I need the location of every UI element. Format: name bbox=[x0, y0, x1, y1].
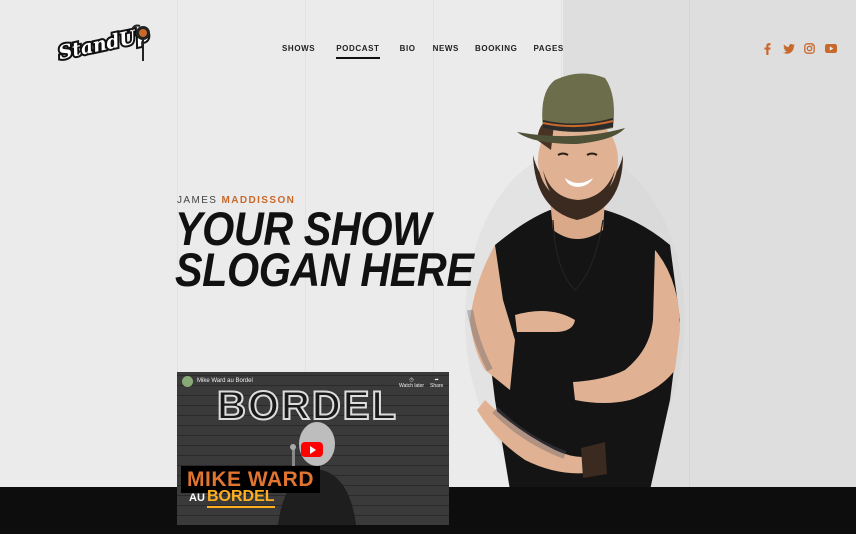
watch-later-button[interactable]: ◷ Watch later bbox=[399, 377, 424, 389]
nav-item-booking[interactable]: BOOKING bbox=[475, 44, 517, 53]
site-logo[interactable]: StandUp bbox=[54, 16, 154, 66]
main-nav: SHOWS PODCAST BIO NEWS BOOKING PAGES bbox=[282, 44, 564, 59]
video-embed[interactable]: BORDEL Mike Ward au Bordel ◷ Watch later… bbox=[177, 372, 449, 525]
watch-later-label: Watch later bbox=[399, 383, 425, 389]
social-links bbox=[761, 42, 837, 55]
share-label: Share bbox=[430, 383, 444, 389]
nav-item-shows[interactable]: SHOWS bbox=[282, 44, 315, 53]
video-title[interactable]: Mike Ward au Bordel bbox=[197, 378, 253, 384]
nav-item-news[interactable]: NEWS bbox=[433, 44, 459, 53]
video-sub-bordel: BORDEL bbox=[207, 488, 275, 508]
standup-logo-icon: StandUp bbox=[54, 21, 153, 66]
share-button[interactable]: ➦ Share bbox=[430, 377, 443, 389]
facebook-icon[interactable] bbox=[761, 42, 774, 55]
twitter-icon[interactable] bbox=[782, 42, 795, 55]
nav-item-bio[interactable]: BIO bbox=[400, 44, 416, 53]
nav-item-pages[interactable]: PAGES bbox=[533, 44, 563, 53]
video-sub-au: AU bbox=[189, 492, 205, 504]
hero-headline: YOUR SHOW SLOGAN HERE bbox=[175, 205, 474, 296]
play-button[interactable] bbox=[301, 442, 323, 457]
channel-avatar[interactable] bbox=[182, 376, 193, 387]
youtube-icon[interactable] bbox=[824, 42, 837, 55]
instagram-icon[interactable] bbox=[803, 42, 816, 55]
comedian-photo bbox=[465, 73, 685, 490]
headline-line-2: SLOGAN HERE bbox=[175, 243, 474, 296]
nav-item-podcast[interactable]: PODCAST bbox=[336, 44, 380, 59]
